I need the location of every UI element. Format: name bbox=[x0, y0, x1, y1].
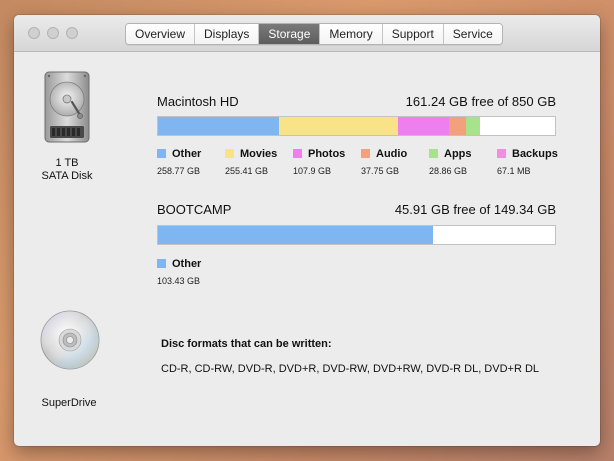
legend-swatch bbox=[429, 149, 438, 158]
disk-label: 1 TB SATA Disk bbox=[14, 157, 122, 183]
legend-size: 255.41 GB bbox=[225, 166, 269, 176]
legend-label: Audio bbox=[376, 147, 408, 160]
minimize-button[interactable] bbox=[47, 27, 59, 39]
volume-free-macintosh-hd: 161.24 GB free of 850 GB bbox=[405, 94, 556, 109]
volume-name-macintosh-hd: Macintosh HD bbox=[157, 94, 239, 109]
disk-type: SATA Disk bbox=[41, 170, 93, 182]
tab-overview[interactable]: Overview bbox=[126, 24, 196, 44]
legend-item-photos: Photos 107.9 GB bbox=[293, 147, 361, 176]
storage-bar-macintosh-hd bbox=[157, 116, 556, 136]
disk-capacity: 1 TB bbox=[55, 157, 79, 169]
legend-label: Photos bbox=[308, 147, 346, 160]
close-button[interactable] bbox=[28, 27, 40, 39]
legend-label: Other bbox=[172, 257, 202, 270]
legend-label: Other bbox=[172, 147, 202, 160]
legend-size: 67.1 MB bbox=[497, 166, 531, 176]
legend-item-movies: Movies 255.41 GB bbox=[225, 147, 293, 176]
legend-size: 107.9 GB bbox=[293, 166, 332, 176]
tab-service[interactable]: Service bbox=[443, 24, 502, 44]
legend-item-audio: Audio 37.75 GB bbox=[361, 147, 429, 176]
legend-label: Backups bbox=[512, 147, 558, 160]
disc-formats-title: Disc formats that can be written: bbox=[161, 338, 332, 350]
storage-segment-photos bbox=[398, 117, 449, 135]
legend-swatch bbox=[293, 149, 302, 158]
optical-disc-icon bbox=[40, 310, 100, 370]
zoom-button[interactable] bbox=[66, 27, 78, 39]
legend-item-other: Other 258.77 GB bbox=[157, 147, 225, 176]
storage-window: Overview Displays Storage Memory Support… bbox=[14, 15, 600, 446]
tab-displays[interactable]: Displays bbox=[195, 24, 260, 44]
legend-swatch bbox=[497, 149, 506, 158]
legend-bootcamp: Other 103.43 GB bbox=[157, 257, 225, 286]
legend-size: 37.75 GB bbox=[361, 166, 400, 176]
hard-drive-icon bbox=[44, 71, 90, 143]
tab-support[interactable]: Support bbox=[382, 24, 444, 44]
legend-swatch bbox=[157, 259, 166, 268]
volume-name-bootcamp: BOOTCAMP bbox=[157, 202, 232, 217]
storage-segment-apps bbox=[466, 117, 480, 135]
legend-macintosh-hd: Other 258.77 GB Movies 255.41 GB Photos 107.9… bbox=[157, 147, 565, 176]
legend-item-apps: Apps 28.86 GB bbox=[429, 147, 497, 176]
legend-size: 103.43 GB bbox=[157, 276, 201, 286]
storage-segment-movies bbox=[278, 117, 399, 135]
legend-size: 258.77 GB bbox=[157, 166, 201, 176]
legend-label: Apps bbox=[444, 147, 472, 160]
title-bar: Overview Displays Storage Memory Support… bbox=[14, 15, 600, 52]
tab-storage[interactable]: Storage bbox=[259, 24, 321, 44]
legend-label: Movies bbox=[240, 147, 278, 160]
storage-bar-bootcamp bbox=[157, 225, 556, 245]
volume-free-bootcamp: 45.91 GB free of 149.34 GB bbox=[394, 202, 556, 217]
storage-content: 1 TB SATA Disk Macintosh HD 161.24 GB fr… bbox=[14, 52, 600, 446]
superdrive-label: SuperDrive bbox=[41, 397, 97, 409]
legend-size: 28.86 GB bbox=[429, 166, 468, 176]
legend-swatch bbox=[157, 149, 166, 158]
storage-segment-other bbox=[158, 117, 279, 135]
legend-swatch bbox=[225, 149, 234, 158]
legend-item-backups: Backups 67.1 MB bbox=[497, 147, 565, 176]
legend-item-other: Other 103.43 GB bbox=[157, 257, 225, 286]
storage-segment-other bbox=[158, 226, 433, 244]
legend-swatch bbox=[361, 149, 370, 158]
disc-formats-list: CD-R, CD-RW, DVD-R, DVD+R, DVD-RW, DVD+R… bbox=[161, 363, 540, 375]
tab-bar: Overview Displays Storage Memory Support… bbox=[125, 23, 503, 45]
tab-memory[interactable]: Memory bbox=[320, 24, 383, 44]
storage-segment-audio bbox=[448, 117, 467, 135]
